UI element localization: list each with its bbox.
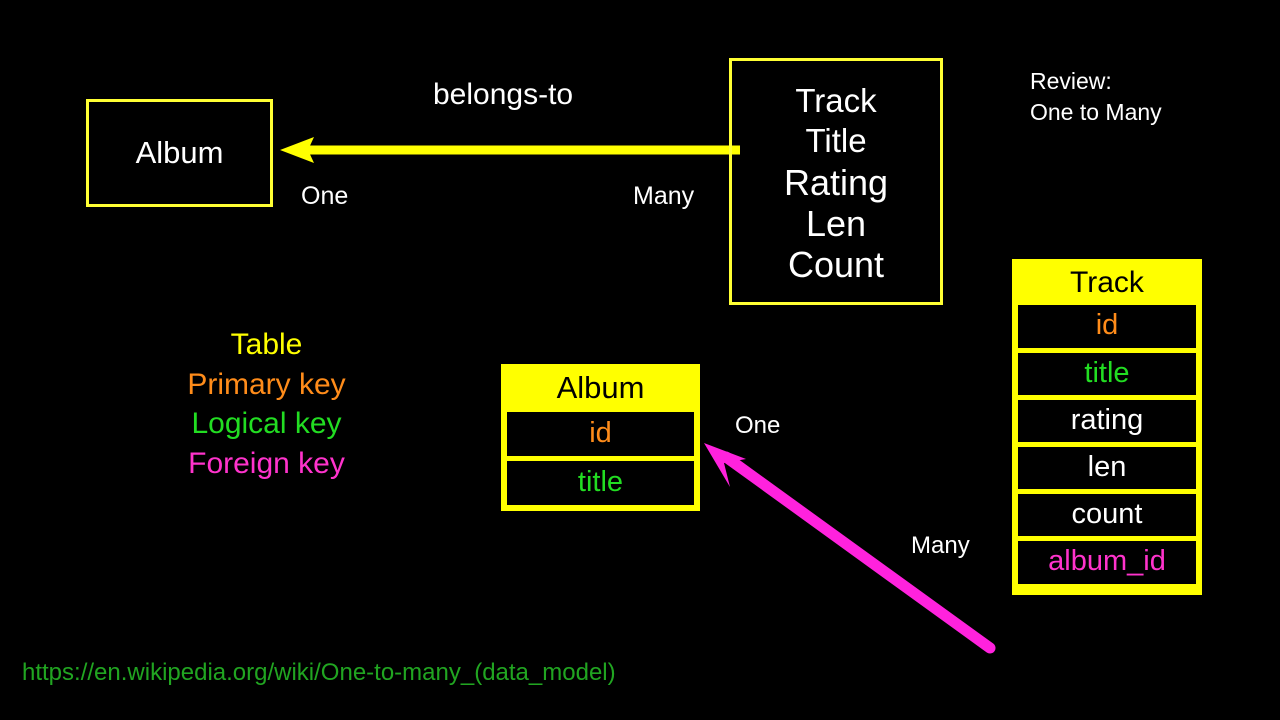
legend-item-primary-key: Primary key (187, 367, 346, 401)
album-column-title: title (507, 460, 694, 506)
physical-one-label: One (735, 412, 781, 439)
physical-many-label: Many (911, 532, 970, 559)
conceptual-one-label: One (301, 182, 349, 210)
track-entity-line-0: Track (795, 82, 877, 120)
track-physical-table: Track id title rating len count album_id (1012, 259, 1202, 595)
belongs-to-label: belongs-to (433, 78, 574, 111)
album-entity-title: Album (135, 134, 224, 170)
review-note: Review: One to Many (1030, 68, 1162, 125)
key-color-legend: Table Primary key Logical key Foreign ke… (164, 325, 369, 483)
track-entity-line-4: Count (787, 244, 885, 286)
track-column-id: id (1018, 305, 1196, 348)
album-column-id: id (507, 411, 694, 456)
legend-item-logical-key: Logical key (191, 407, 342, 441)
source-url-text: https://en.wikipedia.org/wiki/One-to-man… (22, 659, 616, 686)
foreign-key-arrow (704, 443, 996, 654)
track-column-count: count (1018, 494, 1196, 537)
album-entity-box: Album (86, 99, 273, 207)
belongs-to-arrow (280, 137, 740, 163)
album-table-name: Album (556, 370, 645, 405)
track-entity-box: Track Title Rating Len Count (729, 58, 943, 305)
track-column-len: len (1018, 447, 1196, 490)
legend-item-table: Table (230, 328, 303, 361)
track-entity-line-3: Len (805, 203, 867, 245)
slide-canvas: Album belongs-to One Many Track Title Ra… (0, 0, 1280, 720)
track-column-album-id: album_id (1018, 541, 1196, 584)
legend-item-foreign-key: Foreign key (188, 446, 345, 480)
track-entity-line-2: Rating (783, 161, 889, 203)
track-column-title: title (1018, 352, 1196, 395)
track-table-name: Track (1070, 266, 1144, 299)
track-entity-line-1: Title (805, 122, 867, 160)
track-column-rating: rating (1018, 399, 1196, 443)
conceptual-many-label: Many (633, 182, 695, 210)
album-physical-table: Album id title (501, 364, 700, 512)
